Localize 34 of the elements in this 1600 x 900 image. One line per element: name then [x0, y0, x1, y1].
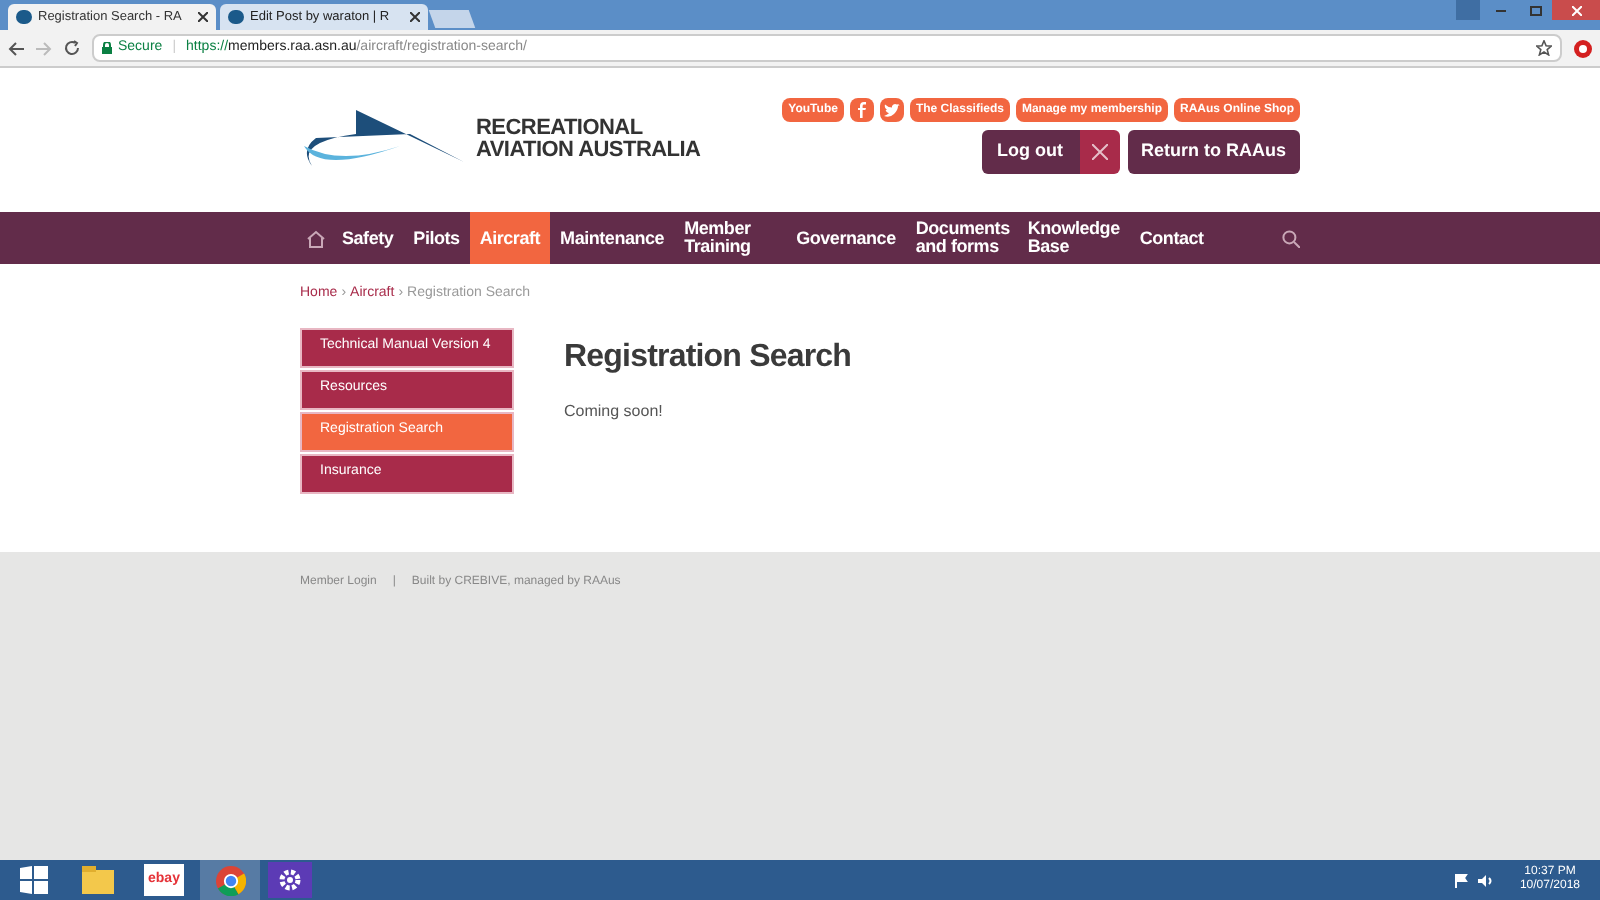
facebook-icon[interactable]	[849, 98, 874, 122]
speaker-icon[interactable]	[1477, 873, 1494, 887]
lock-icon	[102, 42, 112, 54]
search-icon[interactable]	[1282, 229, 1300, 247]
close-button[interactable]	[1552, 0, 1600, 20]
extension-icon[interactable]	[1574, 39, 1592, 57]
chrome-icon[interactable]	[200, 860, 260, 900]
back-icon[interactable]	[8, 41, 24, 55]
close-icon[interactable]	[410, 12, 420, 22]
nav-link[interactable]: Member Training	[674, 212, 787, 264]
logo-text: RECREATIONAL	[476, 118, 645, 140]
tab-favicon-icon	[16, 10, 32, 24]
gear-icon[interactable]	[268, 862, 312, 898]
nav-link[interactable]: Pilots	[403, 212, 470, 264]
logout-button[interactable]: Log out	[981, 130, 1079, 174]
return-button[interactable]: Return to RAAus	[1127, 130, 1300, 174]
nav-link[interactable]: Governance	[786, 212, 906, 264]
flag-icon[interactable]	[1453, 873, 1468, 887]
reload-icon[interactable]	[64, 40, 80, 56]
nav-link[interactable]: Knowledge Base	[1017, 212, 1130, 264]
nav-link[interactable]: Contact	[1129, 212, 1214, 264]
star-icon[interactable]	[1536, 40, 1552, 56]
home-icon[interactable]	[306, 229, 326, 247]
page-title: Registration Search	[564, 337, 852, 377]
close-icon[interactable]	[1079, 130, 1119, 174]
logo-text: AVIATION AUSTRALIA	[476, 140, 701, 162]
close-icon[interactable]	[198, 12, 208, 22]
close-icon	[1571, 5, 1581, 15]
twitter-icon[interactable]	[879, 98, 904, 122]
nav-link[interactable]: Safety	[332, 212, 404, 264]
body-text: Coming soon!	[564, 399, 665, 423]
nav-link[interactable]: Maintenance	[550, 212, 675, 264]
tab-favicon-icon	[228, 10, 244, 24]
nav-link[interactable]: Documents and forms	[905, 212, 1018, 264]
